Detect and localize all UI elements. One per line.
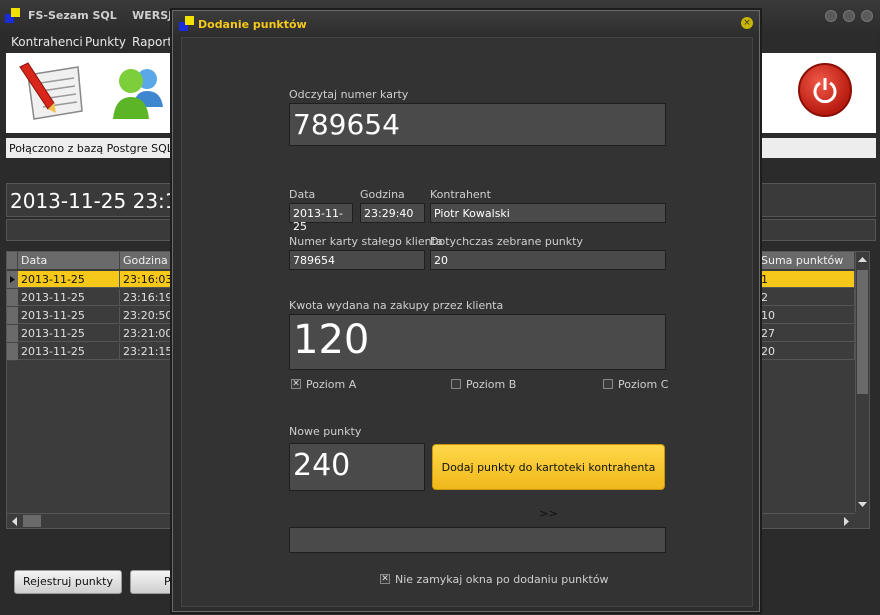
register-points-button[interactable]: Rejestruj punkty xyxy=(14,570,122,594)
cell-date: 2013-11-25 xyxy=(18,307,120,324)
level-b-checkbox[interactable] xyxy=(451,379,461,389)
hscroll-thumb[interactable] xyxy=(23,515,41,527)
keep-open-checkbox[interactable]: ✕ xyxy=(380,574,390,584)
grid-vertical-scrollbar[interactable] xyxy=(855,252,869,512)
scroll-thumb[interactable] xyxy=(857,270,868,394)
contractor-label: Kontrahent xyxy=(430,188,491,201)
dialog-title: Dodanie punktów xyxy=(198,18,307,31)
date-label: Data xyxy=(289,188,316,201)
close-icon[interactable]: × xyxy=(741,17,753,29)
cell-date: 2013-11-25 xyxy=(18,271,120,288)
users-icon[interactable] xyxy=(111,59,166,123)
time-field[interactable]: 23:29:40 xyxy=(360,203,425,223)
grid-header-sum[interactable]: Suma punktów xyxy=(758,252,855,269)
app-logo-icon xyxy=(179,16,195,32)
add-points-button[interactable]: Dodaj punkty do kartoteki kontrahenta >> xyxy=(432,444,665,520)
cell-sum: 10 xyxy=(758,307,855,324)
level-c-checkbox[interactable] xyxy=(603,379,613,389)
dialog-title-bar[interactable]: Dodanie punktów × xyxy=(173,11,759,35)
date-field[interactable]: 2013-11-25 xyxy=(289,203,353,233)
contractor-field[interactable]: Piotr Kowalski xyxy=(430,203,666,223)
message-field xyxy=(289,527,666,553)
app-logo-icon xyxy=(5,8,21,24)
row-header xyxy=(7,325,18,343)
row-header xyxy=(7,307,18,325)
scroll-right-icon[interactable] xyxy=(841,516,851,527)
cell-date: 2013-11-25 xyxy=(18,289,120,306)
menu-punkty[interactable]: Punkty xyxy=(85,35,126,49)
collected-points-label: Dotychczas zebrane punkty xyxy=(430,235,583,248)
card-number-field[interactable]: 789654 xyxy=(289,103,666,146)
cell-date: 2013-11-25 xyxy=(18,343,120,360)
new-points-label: Nowe punkty xyxy=(289,425,362,438)
row-selector-icon xyxy=(7,271,18,289)
cell-date: 2013-11-25 xyxy=(18,325,120,342)
notes-icon[interactable] xyxy=(16,61,86,123)
time-label: Godzina xyxy=(360,188,405,201)
row-header xyxy=(7,289,18,307)
grid-corner xyxy=(7,252,18,269)
loyalty-card-field[interactable]: 789654 xyxy=(289,250,425,270)
level-a-checkbox[interactable]: ✕ xyxy=(291,379,301,389)
level-a-label: Poziom A xyxy=(306,378,357,391)
cell-time: 23:20:50 xyxy=(120,307,172,324)
new-points-field[interactable]: 240 xyxy=(289,443,425,491)
minimize-icon[interactable] xyxy=(825,10,837,22)
card-number-label: Odczytaj numer karty xyxy=(289,88,409,101)
cell-sum: 27 xyxy=(758,325,855,342)
scroll-left-icon[interactable] xyxy=(10,516,20,527)
level-c-label: Poziom C xyxy=(618,378,669,391)
menu-kontrahenci[interactable]: Kontrahenci xyxy=(11,35,83,49)
loyalty-card-label: Numer karty stałego klienta xyxy=(289,235,443,248)
main-window-title: FS-Sezam SQL WERSJA xyxy=(28,9,181,22)
grid-header-date[interactable]: Data xyxy=(18,252,120,269)
keep-open-label: Nie zamykaj okna po dodaniu punktów xyxy=(395,573,609,586)
close-icon[interactable] xyxy=(861,10,873,22)
collected-points-field[interactable]: 20 xyxy=(430,250,666,270)
cell-sum: 2 xyxy=(758,289,855,306)
cell-time: 23:16:19 xyxy=(120,289,172,306)
level-b-label: Poziom B xyxy=(466,378,517,391)
scroll-up-icon[interactable] xyxy=(858,254,867,266)
row-header xyxy=(7,343,18,361)
maximize-icon[interactable] xyxy=(843,10,855,22)
cell-sum: 1 xyxy=(758,271,855,288)
cell-sum: 20 xyxy=(758,343,855,360)
amount-field[interactable]: 120 xyxy=(289,314,666,370)
cell-time: 23:16:03 xyxy=(120,271,172,288)
scroll-down-icon[interactable] xyxy=(858,498,867,510)
cell-time: 23:21:15 xyxy=(120,343,172,360)
datetime-text: 2013-11-25 23:16 xyxy=(10,189,191,213)
grid-header-time[interactable]: Godzina xyxy=(120,252,172,269)
cell-time: 23:21:00 xyxy=(120,325,172,342)
power-icon[interactable] xyxy=(798,63,852,117)
amount-label: Kwota wydana na zakupy przez klienta xyxy=(289,299,504,312)
